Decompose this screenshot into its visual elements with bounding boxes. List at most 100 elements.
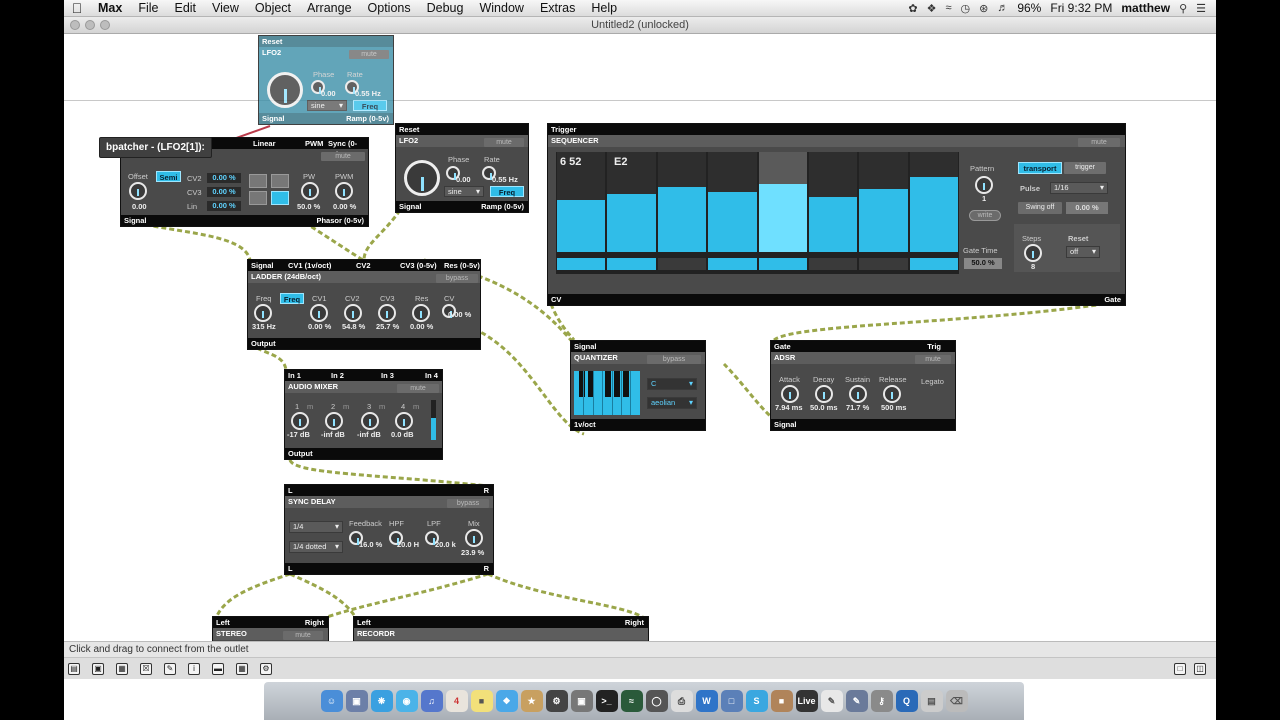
ladder-res-knob[interactable] [412, 304, 430, 322]
ladder-filter-module[interactable]: Signal CV1 (1v/oct) CV2 CV3 (0-5v) Res (0-5v… [247, 259, 481, 350]
menu-window[interactable]: Window [471, 1, 531, 15]
time-machine-icon[interactable]: ◷ [961, 2, 971, 15]
adsr-inlets[interactable]: Gate Trig [771, 341, 955, 352]
sidebar-toggle-icon[interactable]: □ [1174, 662, 1186, 675]
ladder-outlet[interactable]: Output [248, 338, 480, 349]
quantizer-inlet[interactable]: Signal [571, 341, 705, 352]
seq-reset-menu[interactable]: off [1066, 246, 1100, 258]
lfo-reset-inlet[interactable]: Reset [396, 124, 528, 135]
osc-outlets[interactable]: Signal Phasor (0-5v) [121, 215, 368, 226]
quantizer-black-key[interactable] [623, 371, 629, 397]
seq-swing-number[interactable]: 0.00 % [1066, 202, 1108, 214]
menu-file[interactable]: File [130, 1, 166, 15]
mixer-inlets[interactable]: In 1 In 2 In 3 In 4 [285, 370, 442, 381]
window-zoom-button[interactable] [100, 20, 110, 30]
textedit-icon[interactable]: ✎ [820, 690, 843, 712]
keychain-icon[interactable]: ⚷ [870, 690, 893, 712]
split-view-icon[interactable]: ◫ [1194, 662, 1206, 675]
stereo-inlets[interactable]: Left Right [213, 617, 328, 628]
seq-gate-time-number[interactable]: 50.0 % [964, 258, 1002, 269]
quantizer-scale-menu[interactable]: aeolian [647, 397, 697, 409]
seq-gate-cell[interactable] [859, 258, 908, 270]
debug-icon[interactable]: ⚙ [260, 662, 272, 675]
seq-step-column[interactable] [657, 152, 707, 252]
osc-wave-sine-button[interactable] [249, 174, 267, 188]
clock[interactable]: Fri 9:32 PM [1050, 1, 1112, 15]
system-prefs-icon[interactable]: ⚙ [545, 690, 568, 712]
screenshot-icon[interactable]: ▣ [570, 690, 593, 712]
word-icon[interactable]: W [695, 690, 718, 712]
lfo-top-shape-menu[interactable]: sine [307, 100, 347, 111]
preview-icon[interactable]: ▣ [345, 690, 368, 712]
osc-wave-saw-button[interactable] [249, 191, 267, 205]
seq-step-bar[interactable] [808, 197, 858, 252]
stereo-mute-button[interactable]: mute [283, 631, 323, 640]
quantizer-black-key[interactable] [614, 371, 620, 397]
photos-icon[interactable]: □ [720, 690, 743, 712]
osc-wave-tri-button[interactable] [271, 174, 289, 188]
seq-transport-toggle[interactable]: transport [1018, 162, 1062, 174]
terminal-icon[interactable]: >_ [595, 690, 618, 712]
notification-list-icon[interactable]: ☰ [1196, 2, 1206, 15]
ableton-live-icon[interactable]: Live [795, 690, 818, 712]
seq-trigger-inlet[interactable]: Trigger [548, 124, 1125, 135]
seq-steps-knob[interactable] [1024, 244, 1042, 262]
messages-icon[interactable]: ◉ [395, 690, 418, 712]
adsr-mute-button[interactable]: mute [915, 355, 951, 364]
lfo-rate-dial[interactable] [404, 160, 440, 196]
quantizer-outlet[interactable]: 1v/oct [571, 419, 705, 430]
seq-gate-cell[interactable] [758, 258, 807, 270]
seq-gate-cell[interactable] [657, 258, 707, 270]
activity-monitor-icon[interactable]: ≈ [620, 690, 643, 712]
mixer-outlet[interactable]: Output [285, 448, 442, 459]
script-editor-icon[interactable]: ✎ [845, 690, 868, 712]
menu-view[interactable]: View [204, 1, 247, 15]
seq-step-column[interactable] [808, 152, 858, 252]
bluetooth-icon[interactable]: ⊛ [979, 2, 988, 15]
ladder-bypass-button[interactable]: bypass [436, 274, 478, 283]
window-close-button[interactable] [70, 20, 80, 30]
grid-icon[interactable]: ▦ [236, 662, 248, 675]
mixer-ch2-mute[interactable]: m [343, 402, 349, 411]
ladder-freq-toggle[interactable]: Freq [280, 293, 304, 304]
ladder-freq-knob[interactable] [254, 304, 272, 322]
seq-step-grid[interactable]: 6 52 E2 [556, 152, 959, 274]
adsr-legato-toggle[interactable]: Legato [921, 377, 944, 386]
seq-step-column[interactable] [909, 152, 958, 252]
seq-step-column[interactable] [758, 152, 807, 252]
osc-wave-square-button[interactable] [271, 191, 289, 205]
calendar-icon[interactable]: 4 [445, 690, 468, 712]
seq-trigger-toggle[interactable]: trigger [1064, 162, 1106, 174]
documents-stack-icon[interactable]: ▤ [920, 690, 943, 712]
skype-icon[interactable]: S [745, 690, 768, 712]
adsr-module[interactable]: Gate Trig ADSR mute Attack 7.94 ms Decay … [770, 340, 956, 431]
quantizer-key-menu[interactable]: C [647, 378, 697, 390]
seq-mute-button[interactable]: mute [1078, 138, 1120, 147]
delay-time-b-menu[interactable]: 1/4 dotted [289, 541, 343, 553]
itunes-icon[interactable]: ♫ [420, 690, 443, 712]
sequencer-module[interactable]: Trigger SEQUENCER mute 6 52 E2 Pattern 1… [547, 123, 1126, 306]
osc-pw-knob[interactable] [301, 182, 319, 200]
ladder-inlets[interactable]: Signal CV1 (1v/oct) CV2 CV3 (0-5v) Res (0-5v… [248, 260, 480, 271]
osc-cv2-number[interactable]: 0.00 % [207, 173, 241, 183]
osc-semi-toggle[interactable]: Semi [156, 171, 181, 182]
seq-gate-cell[interactable] [607, 258, 656, 270]
menu-app[interactable]: Max [90, 1, 130, 15]
lock-icon[interactable]: ▤ [68, 662, 80, 675]
lfo-top-mute-button[interactable]: mute [349, 50, 389, 59]
ladder-cv2-knob[interactable] [344, 304, 362, 322]
mixer-ch1-mute[interactable]: m [307, 402, 313, 411]
quantizer-module[interactable]: Signal QUANTIZER bypass C aeolian 1v/oct [570, 340, 706, 431]
new-object-icon[interactable]: ▦ [116, 662, 128, 675]
quicktime-icon[interactable]: Q [895, 690, 918, 712]
quantizer-keyboard[interactable] [574, 371, 640, 415]
menu-extras[interactable]: Extras [532, 1, 583, 15]
mixer-ch3-mute[interactable]: m [379, 402, 385, 411]
info-icon[interactable]: i [188, 662, 200, 675]
menu-edit[interactable]: Edit [166, 1, 204, 15]
seq-step-bar[interactable] [859, 189, 908, 252]
seq-pattern-knob[interactable] [975, 176, 993, 194]
mixer-ch1-knob[interactable] [291, 412, 309, 430]
quantizer-black-key[interactable] [605, 371, 611, 397]
printer-icon[interactable]: ⎙ [670, 690, 693, 712]
